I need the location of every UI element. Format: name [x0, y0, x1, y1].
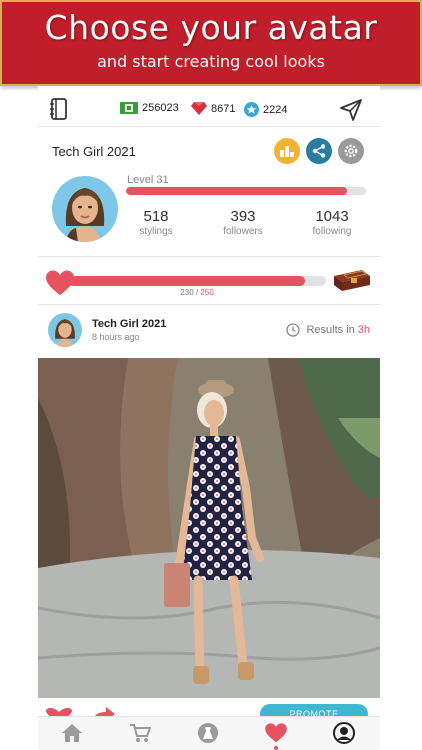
- followers-count: 393: [230, 208, 256, 225]
- post-actions: PROMOTE: [38, 698, 380, 724]
- hearts-count: 230 / 250: [68, 288, 326, 297]
- post-timestamp: 8 hours ago: [92, 332, 140, 342]
- coin-icon: [244, 102, 259, 117]
- gem-value: 8671: [211, 102, 236, 115]
- cash-icon: [120, 102, 138, 114]
- profile-username: Tech Girl 2021: [52, 144, 136, 159]
- promo-banner: Choose your avatar and start creating co…: [0, 0, 422, 86]
- heart-icon: [265, 723, 287, 743]
- following-stat[interactable]: 1043 following: [292, 208, 372, 237]
- podium-icon: [280, 146, 294, 157]
- tab-shop[interactable]: [128, 722, 152, 744]
- tab-dressup[interactable]: [196, 722, 220, 744]
- gem-icon: [191, 102, 207, 115]
- divider: [38, 304, 380, 305]
- avatar-illustration: [55, 319, 75, 347]
- followers-stat[interactable]: 393 followers: [203, 208, 283, 237]
- gem-balance[interactable]: 8671: [191, 102, 235, 115]
- level-label: Level 31: [127, 174, 169, 186]
- avatar-icon: [333, 722, 355, 744]
- divider: [38, 126, 380, 127]
- profile-header: Tech Girl 2021: [38, 132, 380, 172]
- followers-label: followers: [223, 226, 263, 237]
- level-progress-fill: [126, 187, 347, 195]
- share-icon: [312, 144, 326, 158]
- level-progress-bar: [126, 187, 366, 195]
- hearts-progress-fill: [68, 276, 306, 286]
- stylings-count: 518: [143, 208, 169, 225]
- ranking-button[interactable]: [274, 138, 300, 164]
- cart-icon: [130, 724, 151, 742]
- results-label: Results in: [306, 324, 355, 336]
- hearts-max: 250: [200, 288, 214, 297]
- gear-icon: [344, 144, 358, 158]
- post-header: Tech Girl 2021 8 hours ago Results in 3h: [38, 308, 380, 358]
- tab-profile[interactable]: [332, 722, 356, 744]
- tab-likes[interactable]: [264, 722, 288, 744]
- hearts-progress-bar: [68, 276, 326, 286]
- profile-avatar[interactable]: [52, 176, 118, 242]
- share-button[interactable]: [306, 138, 332, 164]
- post-photo[interactable]: [38, 358, 380, 698]
- cash-value: 256023: [142, 102, 179, 114]
- hearts-progress: 230 / 250: [38, 264, 380, 304]
- avatar-illustration: [65, 188, 105, 242]
- following-label: following: [312, 226, 352, 237]
- coin-value: 2224: [263, 103, 288, 116]
- reward-chest-icon[interactable]: [332, 268, 372, 292]
- send-icon[interactable]: [340, 99, 362, 121]
- hearts-current: 230: [180, 288, 194, 297]
- app-screen: 256023 8671 2224 Tech Girl 2021 Level 31…: [38, 86, 380, 750]
- results-time: 3h: [357, 324, 370, 336]
- banner-title: Choose your avatar: [44, 8, 378, 47]
- tab-home[interactable]: [60, 722, 84, 744]
- stylings-label: stylings: [139, 226, 173, 237]
- coin-balance[interactable]: 2224: [244, 102, 287, 117]
- post-author-avatar[interactable]: [48, 313, 82, 347]
- dress-icon: [198, 723, 218, 743]
- post-author-name[interactable]: Tech Girl 2021: [92, 318, 166, 330]
- home-icon: [62, 724, 82, 742]
- bottom-tab-bar: [38, 716, 380, 750]
- following-count: 1043: [315, 208, 349, 225]
- cash-balance[interactable]: 256023: [120, 102, 179, 114]
- banner-subtitle: and start creating cool looks: [97, 52, 325, 71]
- journal-icon[interactable]: [50, 98, 68, 120]
- stylings-stat[interactable]: 518 stylings: [116, 208, 196, 237]
- profile-summary: Level 31 518 stylings 393 followers 1043…: [38, 174, 380, 254]
- divider: [38, 256, 380, 257]
- results-countdown: Results in 3h: [286, 323, 370, 337]
- settings-button[interactable]: [338, 138, 364, 164]
- active-tab-indicator: [274, 746, 278, 750]
- outfit-photo-illustration: [38, 358, 380, 698]
- currency-bar: 256023 8671 2224: [38, 92, 380, 126]
- clock-icon: [286, 323, 301, 337]
